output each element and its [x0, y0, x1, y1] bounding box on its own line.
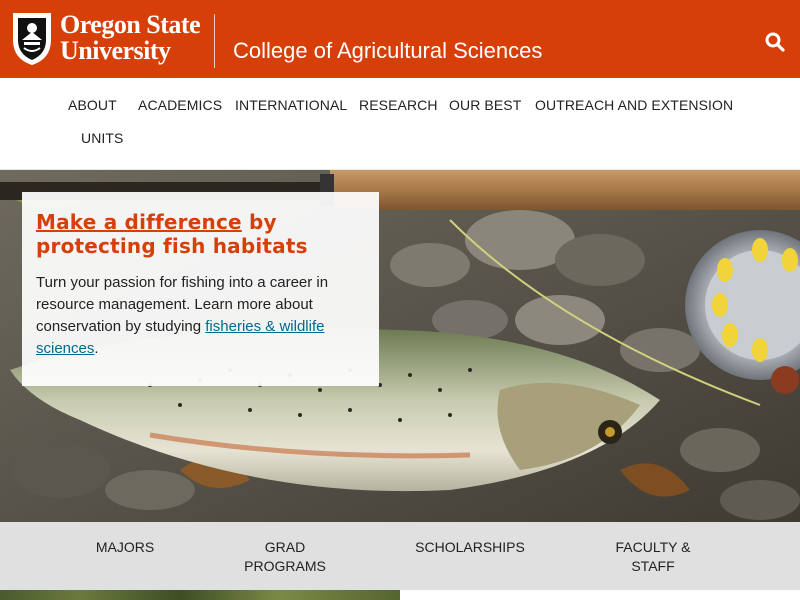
bottom-content-strip: [0, 590, 800, 600]
main-nav: ABOUT ACADEMICS INTERNATIONAL RESEARCH O…: [0, 78, 800, 170]
site-header: Oregon State University College of Agric…: [0, 0, 800, 78]
college-title[interactable]: College of Agricultural Sciences: [233, 38, 542, 64]
nav-item-international[interactable]: INTERNATIONAL: [235, 97, 347, 113]
nav-item-research[interactable]: RESEARCH: [359, 97, 438, 113]
hero-callout: Make a difference by protecting fish hab…: [22, 192, 379, 386]
quick-link-grad-line1: GRAD: [264, 539, 306, 555]
hero-body-end: .: [94, 340, 99, 357]
nav-item-outreach[interactable]: OUTREACH AND EXTENSION: [535, 97, 733, 113]
osu-logo[interactable]: Oregon State University: [10, 10, 201, 66]
logo-line-1: Oregon State: [60, 10, 201, 39]
logo-line-2: University: [60, 36, 171, 65]
quick-link-faculty-line2: STAFF: [631, 558, 675, 574]
hero-title: Make a difference by protecting fish hab…: [36, 210, 365, 258]
nav-item-our-best[interactable]: OUR BEST: [449, 97, 521, 113]
quick-link-grad-line2: PROGRAMS: [244, 558, 326, 574]
quick-links-bar: MAJORS GRAD PROGRAMS SCHOLARSHIPS FACULT…: [0, 522, 800, 590]
hero-banner: Make a difference by protecting fish hab…: [0, 170, 800, 522]
quick-link-grad-programs[interactable]: GRAD PROGRAMS: [235, 538, 335, 576]
quick-link-majors[interactable]: MAJORS: [75, 538, 175, 557]
quick-link-scholarships-line1: SCHOLARSHIPS: [415, 539, 525, 555]
nav-item-units[interactable]: UNITS: [81, 130, 124, 146]
quick-link-faculty-line1: FACULTY &: [615, 539, 691, 555]
hero-title-rest-2: protecting fish habitats: [36, 234, 308, 258]
header-divider: [214, 14, 215, 68]
quick-link-scholarships[interactable]: SCHOLARSHIPS: [405, 538, 535, 557]
nav-item-academics[interactable]: ACADEMICS: [138, 97, 222, 113]
nav-item-about[interactable]: ABOUT: [68, 97, 117, 113]
quick-link-majors-line1: MAJORS: [95, 539, 155, 555]
hero-title-link[interactable]: Make a difference: [36, 210, 242, 234]
logo-wordmark: Oregon State University: [60, 10, 201, 65]
osu-seal-icon: [13, 13, 51, 66]
feature-photo: [0, 590, 400, 600]
quick-link-faculty-staff[interactable]: FACULTY & STAFF: [603, 538, 703, 576]
hero-body: Turn your passion for fishing into a car…: [36, 272, 365, 360]
search-icon[interactable]: [765, 32, 785, 52]
hero-title-rest-1: by: [241, 210, 277, 234]
